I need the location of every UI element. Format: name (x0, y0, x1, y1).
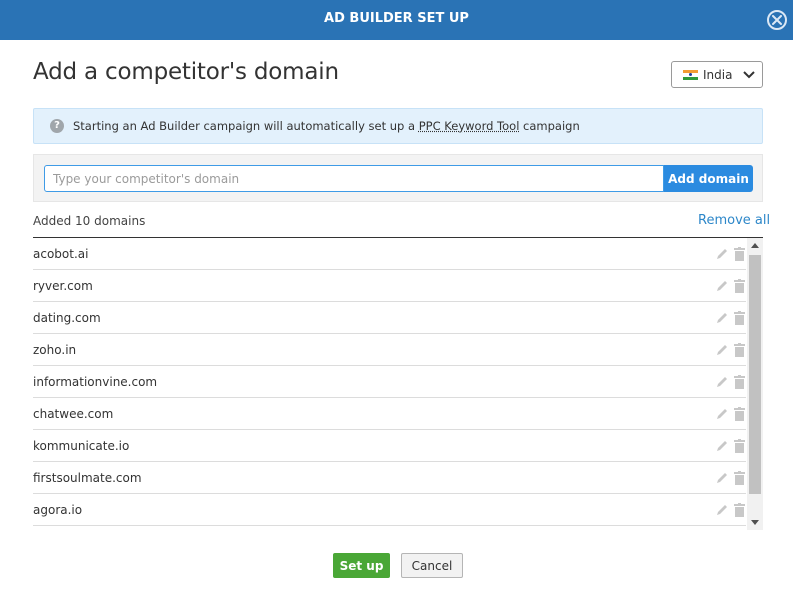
scroll-up-icon[interactable] (751, 243, 759, 248)
pencil-icon[interactable] (715, 407, 729, 421)
pencil-icon[interactable] (715, 471, 729, 485)
trash-icon[interactable] (734, 375, 745, 389)
add-domain-button[interactable]: Add domain (664, 165, 753, 192)
info-text: Starting an Ad Builder campaign will aut… (73, 119, 580, 133)
scroll-thumb[interactable] (749, 255, 761, 494)
list-item: ryver.com (33, 270, 746, 302)
domain-name: dating.com (33, 311, 101, 325)
competitor-domain-input[interactable] (44, 165, 664, 192)
pencil-icon[interactable] (715, 439, 729, 453)
domain-name: firstsoulmate.com (33, 471, 142, 485)
list-item: kommunicate.io (33, 430, 746, 462)
list-item: dating.com (33, 302, 746, 334)
list-item: zoho.in (33, 334, 746, 366)
domain-name: chatwee.com (33, 407, 114, 421)
close-icon (772, 15, 782, 25)
add-domain-panel: Add domain (33, 154, 763, 202)
country-select[interactable]: India (671, 61, 763, 88)
info-banner: ? Starting an Ad Builder campaign will a… (33, 108, 763, 144)
pencil-icon[interactable] (715, 247, 729, 261)
domain-name: ryver.com (33, 279, 93, 293)
list-item: informationvine.com (33, 366, 746, 398)
trash-icon[interactable] (734, 279, 745, 293)
scroll-down-icon[interactable] (751, 520, 759, 525)
trash-icon[interactable] (734, 471, 745, 485)
list-item: chatwee.com (33, 398, 746, 430)
domain-name: kommunicate.io (33, 439, 130, 453)
set-up-button[interactable]: Set up (333, 553, 390, 578)
domain-list: acobot.ai ryver.com dating.com zoho.in i… (33, 238, 746, 530)
pencil-icon[interactable] (715, 375, 729, 389)
cancel-button[interactable]: Cancel (401, 553, 463, 578)
added-domains-count: Added 10 domains (33, 214, 146, 228)
country-label: India (703, 68, 733, 82)
trash-icon[interactable] (734, 407, 745, 421)
list-item: firstsoulmate.com (33, 462, 746, 494)
trash-icon[interactable] (734, 343, 745, 357)
question-icon: ? (50, 119, 64, 133)
dialog-header: AD BUILDER SET UP (0, 0, 793, 40)
list-item: acobot.ai (33, 238, 746, 270)
chevron-down-icon (743, 71, 755, 79)
trash-icon[interactable] (734, 439, 745, 453)
list-item: agora.io (33, 494, 746, 526)
trash-icon[interactable] (734, 503, 745, 517)
ppc-keyword-tool-link[interactable]: PPC Keyword Tool (419, 119, 520, 133)
dialog-title: AD BUILDER SET UP (324, 11, 469, 26)
domain-name: acobot.ai (33, 247, 89, 261)
close-button[interactable] (767, 10, 787, 30)
domain-name: agora.io (33, 503, 83, 517)
domain-name: informationvine.com (33, 375, 158, 389)
pencil-icon[interactable] (715, 343, 729, 357)
trash-icon[interactable] (734, 247, 745, 261)
india-flag-icon (683, 70, 698, 80)
domain-name: zoho.in (33, 343, 77, 357)
pencil-icon[interactable] (715, 279, 729, 293)
pencil-icon[interactable] (715, 311, 729, 325)
trash-icon[interactable] (734, 311, 745, 325)
remove-all-link[interactable]: Remove all (698, 213, 770, 228)
list-scrollbar[interactable] (747, 238, 763, 530)
page-title: Add a competitor's domain (33, 59, 339, 85)
pencil-icon[interactable] (715, 503, 729, 517)
